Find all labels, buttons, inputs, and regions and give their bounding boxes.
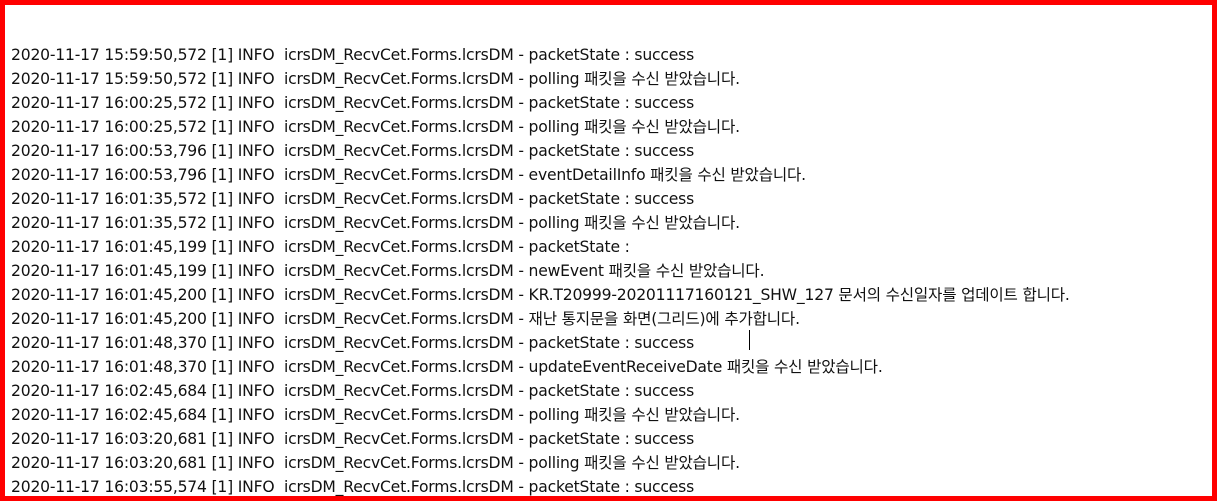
log-line: 2020-11-17 16:01:45,200 [1] INFO icrsDM_… bbox=[11, 286, 1070, 304]
log-line: 2020-11-17 16:01:48,370 [1] INFO icrsDM_… bbox=[11, 334, 694, 352]
log-line: 2020-11-17 16:03:55,574 [1] INFO icrsDM_… bbox=[11, 478, 694, 496]
log-line: 2020-11-17 16:03:20,681 [1] INFO icrsDM_… bbox=[11, 454, 740, 472]
log-line: 2020-11-17 16:02:45,684 [1] INFO icrsDM_… bbox=[11, 406, 740, 424]
log-line: 2020-11-17 16:00:53,796 [1] INFO icrsDM_… bbox=[11, 142, 694, 160]
log-line: 2020-11-17 16:01:45,199 [1] INFO icrsDM_… bbox=[11, 238, 630, 256]
log-line: 2020-11-17 16:00:53,796 [1] INFO icrsDM_… bbox=[11, 166, 806, 184]
log-line: 2020-11-17 16:02:45,684 [1] INFO icrsDM_… bbox=[11, 382, 694, 400]
log-line: 2020-11-17 16:00:25,572 [1] INFO icrsDM_… bbox=[11, 94, 694, 112]
log-line: 2020-11-17 16:03:20,681 [1] INFO icrsDM_… bbox=[11, 430, 694, 448]
log-line: 2020-11-17 16:01:45,199 [1] INFO icrsDM_… bbox=[11, 262, 765, 280]
log-line: 2020-11-17 16:01:35,572 [1] INFO icrsDM_… bbox=[11, 214, 740, 232]
log-line: 2020-11-17 16:00:25,572 [1] INFO icrsDM_… bbox=[11, 118, 740, 136]
log-line: 2020-11-17 16:01:48,370 [1] INFO icrsDM_… bbox=[11, 358, 883, 376]
log-line: 2020-11-17 15:59:50,572 [1] INFO icrsDM_… bbox=[11, 46, 694, 64]
highlight-frame: 2020-11-17 15:59:50,572 [1] INFO icrsDM_… bbox=[0, 0, 1217, 501]
text-caret bbox=[749, 330, 750, 350]
log-text-area[interactable]: 2020-11-17 15:59:50,572 [1] INFO icrsDM_… bbox=[11, 43, 1212, 496]
log-line: 2020-11-17 16:01:45,200 [1] INFO icrsDM_… bbox=[11, 310, 800, 328]
log-line: 2020-11-17 16:01:35,572 [1] INFO icrsDM_… bbox=[11, 190, 694, 208]
log-line: 2020-11-17 15:59:50,572 [1] INFO icrsDM_… bbox=[11, 70, 740, 88]
